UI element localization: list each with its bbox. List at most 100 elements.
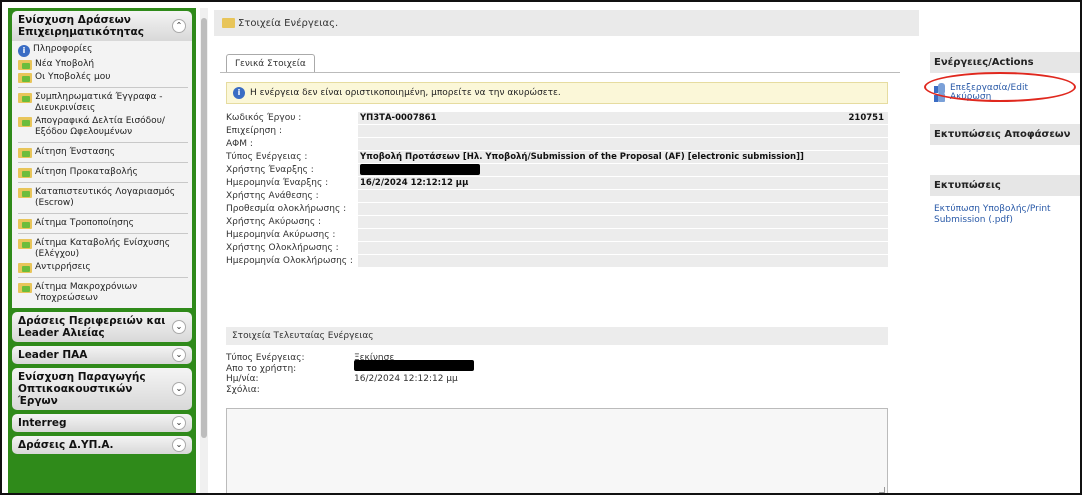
folder-icon	[18, 263, 32, 273]
field-value	[358, 242, 888, 254]
sidebar-section-header[interactable]: Δράσεις Δ.ΥΠ.Α. ⌄	[12, 436, 192, 454]
details-fields: Κωδικός Έργου : ΥΠ3ΤΑ-0007861 210751 Επιχε…	[226, 112, 888, 268]
field-row: Προθεσμία ολοκλήρωσης :	[226, 203, 888, 215]
divider	[18, 142, 188, 143]
field-row: Ημ/νία: 16/2/2024 12:12:12 μμ	[226, 374, 626, 384]
folder-icon	[18, 93, 32, 103]
redaction-bar	[360, 164, 480, 176]
folder-icon	[18, 219, 32, 229]
field-row: Κωδικός Έργου : ΥΠ3ΤΑ-0007861 210751	[226, 112, 888, 124]
field-label: ΑΦΜ :	[226, 138, 253, 149]
field-row: Επιχείρηση :	[226, 125, 888, 137]
divider	[18, 213, 188, 214]
sidebar-item-my-submissions[interactable]: Οι Υποβολές μου	[18, 71, 188, 84]
field-row: Χρήστης Έναρξης :	[226, 164, 888, 176]
sidebar-section-header[interactable]: Ενίσχυση Παραγωγής Οπτικοακουστικών Έργω…	[12, 368, 192, 410]
field-row: ΑΦΜ :	[226, 138, 888, 150]
field-value	[358, 164, 888, 176]
chevron-down-icon[interactable]: ⌄	[172, 348, 186, 362]
chevron-down-icon[interactable]: ⌄	[172, 416, 186, 430]
field-label: Ημερομηνία Έναρξης :	[226, 177, 329, 188]
field-row: Σχόλια:	[226, 385, 626, 395]
section-heading: Στοιχεία Τελευταίας Ενέργειας	[226, 327, 888, 345]
sidebar-item-label: Απογραφικά Δελτία Εισόδου/ Εξόδου Ωφελου…	[35, 116, 165, 137]
section-title: Δράσεις Περιφερειών και Leader Αλιείας	[18, 315, 166, 339]
chevron-up-icon[interactable]: ⌃	[172, 19, 186, 33]
resize-handle[interactable]	[879, 487, 885, 493]
field-label: Ημ/νία:	[226, 374, 259, 384]
sidebar-item-escrow[interactable]: Καταπιστευτικός Λογαριασμός (Escrow)	[18, 186, 188, 210]
folder-icon	[18, 117, 32, 127]
folder-icon	[18, 188, 32, 198]
sidebar-section-body: i Πληροφορίες Νέα Υποβολή Οι Υποβολές μου…	[12, 41, 192, 308]
sidebar-section-header[interactable]: Leader ΠΑΑ ⌄	[12, 346, 192, 364]
folder-icon	[18, 73, 32, 83]
section-title: Interreg	[18, 417, 67, 429]
field-value	[358, 190, 888, 202]
notice-banner: i Η ενέργεια δεν είναι οριστικοποιημένη,…	[226, 82, 888, 104]
field-value	[354, 359, 474, 374]
sidebar-item-label: Αίτηση Ένστασης	[35, 147, 116, 157]
prints-heading: Εκτυπώσεις	[930, 175, 1080, 196]
sidebar-item-documents[interactable]: Συμπληρωματικά Έγγραφα - Διευκρινίσεις	[18, 91, 188, 115]
field-row: Τύπος Ενέργειας : Υποβολή Προτάσεων [Ηλ. …	[226, 151, 888, 163]
field-label: Σχόλια:	[226, 384, 260, 395]
sidebar-item-long-term[interactable]: Αίτημα Μακροχρόνιων Υποχρεώσεων	[18, 281, 188, 305]
chevron-down-icon[interactable]: ⌄	[172, 438, 186, 452]
field-value: Υποβολή Προτάσεων [Ηλ. Υποβολή/Submissio…	[358, 151, 888, 163]
field-row: Απο το χρήστη:	[226, 359, 626, 374]
folder-icon	[18, 239, 32, 249]
sidebar-section-header[interactable]: Δράσεις Περιφερειών και Leader Αλιείας ⌄	[12, 312, 192, 342]
divider	[18, 87, 188, 88]
divider	[220, 72, 900, 73]
field-label: Ημερομηνία Ολοκλήρωσης :	[226, 255, 353, 266]
field-value: 16/2/2024 12:12:12 μμ	[354, 374, 458, 384]
sidebar-item-info[interactable]: i Πληροφορίες	[18, 43, 188, 58]
comments-textarea[interactable]	[226, 408, 888, 493]
folder-icon	[18, 60, 32, 70]
sidebar-item-label: Αίτημα Μακροχρόνιων Υποχρεώσεων	[35, 282, 138, 303]
divider	[18, 233, 188, 234]
field-value	[358, 255, 888, 267]
section-title: Leader ΠΑΑ	[18, 349, 88, 361]
info-icon: i	[233, 87, 245, 99]
sidebar-item-modification[interactable]: Αίτημα Τροποποίησης	[18, 217, 188, 230]
divider	[18, 277, 188, 278]
sidebar-item-advance[interactable]: Αίτηση Προκαταβολής	[18, 166, 188, 179]
sidebar-item-label: Αίτημα Καταβολής Ενίσχυσης (Ελέγχου)	[35, 238, 171, 259]
sidebar-item-label: Αντιρρήσεις	[35, 262, 91, 272]
sidebar-section-header[interactable]: Ενίσχυση Δράσεων Επιχειρηματικότητας ⌃	[12, 11, 192, 41]
sidebar-item-payment[interactable]: Αίτημα Καταβολής Ενίσχυσης (Ελέγχου)	[18, 237, 188, 261]
sidebar-item-beneficiaries[interactable]: Απογραφικά Δελτία Εισόδου/ Εξόδου Ωφελου…	[18, 115, 188, 139]
print-submission-link[interactable]: Εκτύπωση Υποβολής/Print Submission (.pdf…	[930, 202, 1080, 228]
field-label: Χρήστης Έναρξης :	[226, 164, 314, 175]
folder-icon	[18, 283, 32, 293]
sidebar-item-new-submission[interactable]: Νέα Υποβολή	[18, 58, 188, 71]
field-value	[358, 216, 888, 228]
tab-general[interactable]: Γενικά Στοιχεία	[226, 54, 315, 73]
field-value	[358, 229, 888, 241]
decisions-heading: Εκτυπώσεις Αποφάσεων	[930, 124, 1080, 145]
field-label: Χρήστης Ανάθεσης :	[226, 190, 319, 201]
field-value	[358, 203, 888, 215]
divider	[18, 182, 188, 183]
sidebar-item-objection[interactable]: Αίτηση Ένστασης	[18, 146, 188, 159]
field-label: Τύπος Ενέργειας :	[226, 151, 308, 162]
folder-icon	[18, 168, 32, 178]
field-value	[358, 138, 888, 150]
field-row: Χρήστης Ακύρωσης :	[226, 216, 888, 228]
info-icon: i	[18, 45, 30, 57]
field-value: 16/2/2024 12:12:12 μμ	[358, 177, 888, 189]
sidebar-scrollbar[interactable]	[200, 8, 208, 493]
field-label: Κωδικός Έργου :	[226, 112, 302, 123]
field-label: Προθεσμία ολοκλήρωσης :	[226, 203, 347, 214]
scrollbar-thumb[interactable]	[201, 18, 207, 438]
chevron-down-icon[interactable]: ⌄	[172, 382, 186, 396]
window-frame: Ενίσχυση Δράσεων Επιχειρηματικότητας ⌃ i…	[0, 0, 1082, 495]
highlight-circle	[924, 72, 1076, 102]
sidebar-section-header[interactable]: Interreg ⌄	[12, 414, 192, 432]
last-action-fields: Τύπος Ενέργειας: Ξεκίνησε Απο το χρήστη: …	[226, 353, 626, 395]
sidebar-item-objections[interactable]: Αντιρρήσεις	[18, 261, 188, 274]
chevron-down-icon[interactable]: ⌄	[172, 320, 186, 334]
sidebar-item-label: Συμπληρωματικά Έγγραφα - Διευκρινίσεις	[35, 92, 163, 113]
